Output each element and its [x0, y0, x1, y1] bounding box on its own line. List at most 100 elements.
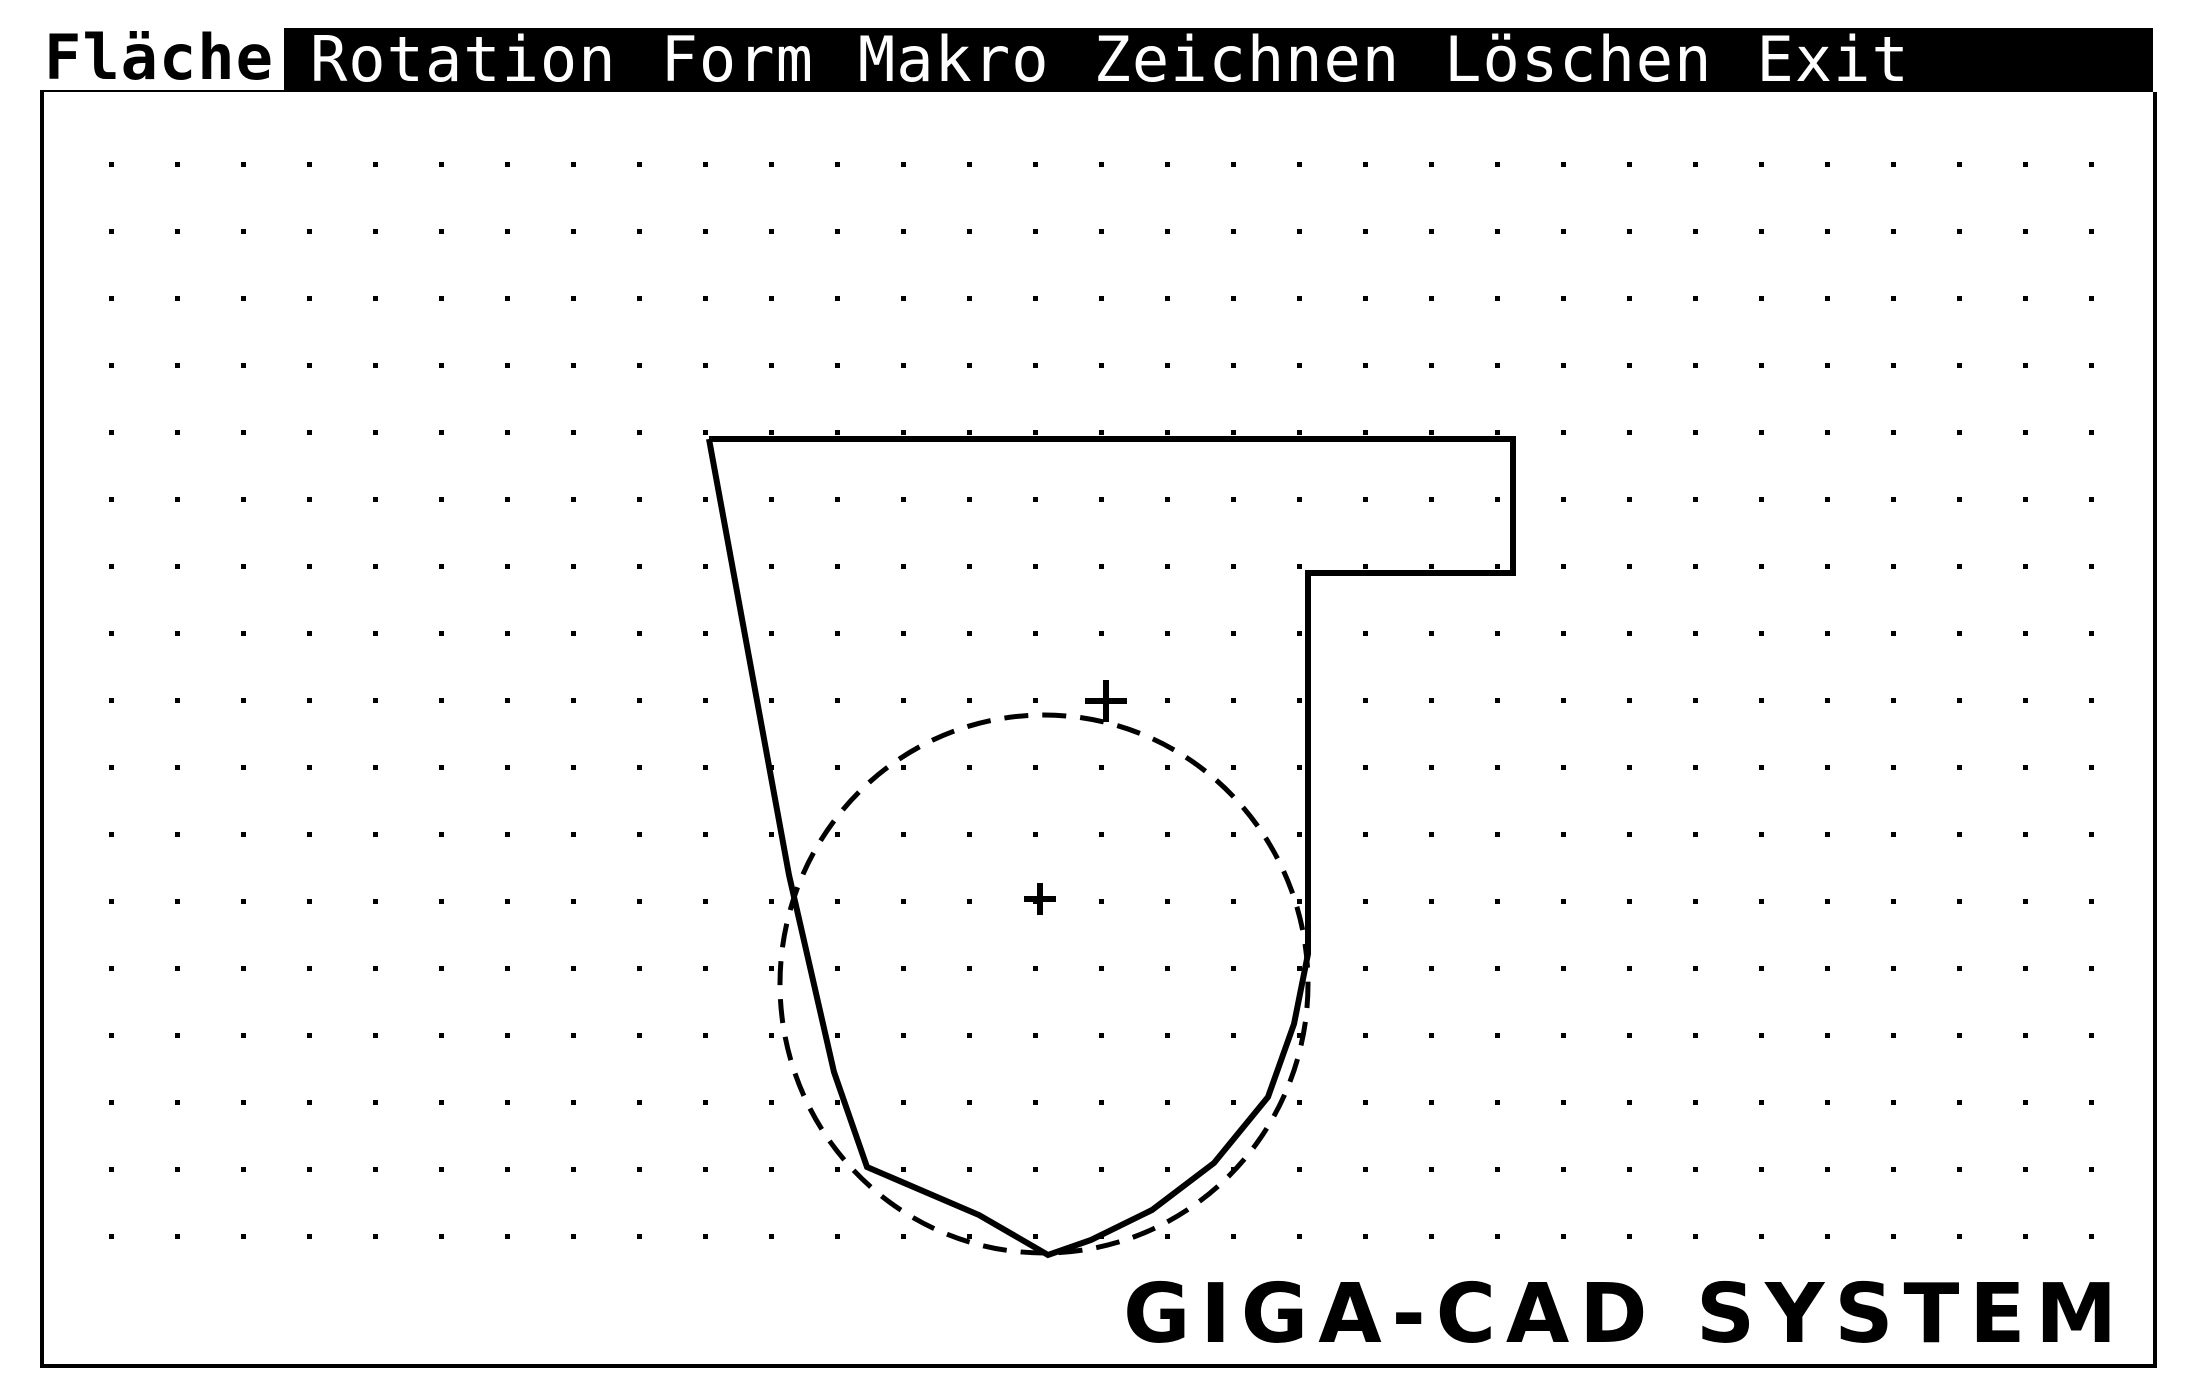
grid-dot [1957, 363, 1962, 368]
grid-dot [1099, 765, 1104, 770]
grid-dot [373, 765, 378, 770]
grid-dot [1693, 899, 1698, 904]
grid-dot [1165, 966, 1170, 971]
grid-dot [637, 430, 642, 435]
grid-dot [241, 765, 246, 770]
grid-dot [175, 229, 180, 234]
drawing-canvas[interactable]: GIGA-CAD SYSTEM [40, 92, 2157, 1368]
grid-dot [1891, 1033, 1896, 1038]
grid-dot [1561, 631, 1566, 636]
menu-item-loeschen[interactable]: Löschen [1444, 28, 1712, 92]
grid-dot [1231, 631, 1236, 636]
grid-dot [1891, 430, 1896, 435]
grid-dot [175, 966, 180, 971]
grid-dot [1759, 1100, 1764, 1105]
grid-dot [1363, 229, 1368, 234]
grid-dot [241, 162, 246, 167]
grid-dot [1363, 765, 1368, 770]
grid-dot [1363, 832, 1368, 837]
grid-dot [2023, 564, 2028, 569]
grid-dot [1495, 564, 1500, 569]
grid-dot [1627, 966, 1632, 971]
grid-dot [1429, 162, 1434, 167]
grid-dot [1033, 698, 1038, 703]
grid-dot [901, 698, 906, 703]
grid-dot [1693, 162, 1698, 167]
grid-dot [175, 564, 180, 569]
menu-item-rotation[interactable]: Rotation [310, 28, 617, 92]
grid-dot [1033, 229, 1038, 234]
grid-dot [703, 899, 708, 904]
grid-dot [2089, 296, 2094, 301]
grid-dot [835, 564, 840, 569]
menu-item-zeichnen[interactable]: Zeichnen [1094, 28, 1401, 92]
menu-item-makro[interactable]: Makro [858, 28, 1050, 92]
grid-dot [1627, 698, 1632, 703]
grid-dot [175, 765, 180, 770]
grid-dot [835, 765, 840, 770]
grid-dot [1495, 497, 1500, 502]
grid-dot [901, 966, 906, 971]
grid-dot [307, 899, 312, 904]
grid-dot [1891, 1234, 1896, 1239]
grid-dot [1693, 631, 1698, 636]
drawing-surface[interactable] [44, 92, 2153, 1364]
grid-dot [1957, 698, 1962, 703]
grid-dot [2023, 1100, 2028, 1105]
grid-dot [967, 296, 972, 301]
grid-dot [1429, 363, 1434, 368]
grid-dot [769, 698, 774, 703]
grid-dot [637, 631, 642, 636]
menu-item-form[interactable]: Form [661, 28, 814, 92]
grid-dot [439, 497, 444, 502]
grid-dot [175, 497, 180, 502]
menu-item-flaeche[interactable]: Fläche [40, 26, 284, 94]
rotation-ellipse[interactable] [777, 712, 1311, 1256]
grid-dot [1363, 363, 1368, 368]
grid-dot [1825, 1167, 1830, 1172]
grid-dot [1561, 765, 1566, 770]
grid-dot [373, 162, 378, 167]
grid-dot [1561, 899, 1566, 904]
grid-dot [1561, 162, 1566, 167]
grid-dot [2023, 229, 2028, 234]
grid-dot [2089, 1167, 2094, 1172]
grid-dot [1033, 497, 1038, 502]
upper-crosshair-marker[interactable] [1085, 680, 1127, 722]
profile-polygon[interactable] [706, 436, 1516, 1259]
grid-dot [1891, 229, 1896, 234]
grid-dot [109, 497, 114, 502]
grid-dot [571, 966, 576, 971]
grid-dot [1297, 363, 1302, 368]
grid-dot [373, 363, 378, 368]
grid-dot [571, 698, 576, 703]
menu-item-exit[interactable]: Exit [1756, 28, 1909, 92]
grid-dot [1495, 1100, 1500, 1105]
grid-dot [1099, 1033, 1104, 1038]
grid-dot [505, 1033, 510, 1038]
grid-dot [1825, 631, 1830, 636]
grid-dot [1825, 564, 1830, 569]
grid-dot [571, 899, 576, 904]
grid-dot [967, 832, 972, 837]
grid-dot [1429, 1167, 1434, 1172]
grid-dot [2023, 631, 2028, 636]
grid-dot [637, 698, 642, 703]
grid-dot [241, 296, 246, 301]
grid-dot [1693, 296, 1698, 301]
grid-dot [1495, 966, 1500, 971]
lower-crosshair-marker[interactable] [1024, 883, 1056, 915]
grid-dot [505, 1167, 510, 1172]
grid-dot [1363, 966, 1368, 971]
grid-dot [109, 1234, 114, 1239]
grid-dot [1759, 966, 1764, 971]
grid-dot [637, 162, 642, 167]
grid-dot [901, 564, 906, 569]
grid-dot [1165, 1100, 1170, 1105]
grid-dot [901, 497, 906, 502]
grid-dot [1627, 1100, 1632, 1105]
grid-dot [637, 832, 642, 837]
grid-dot [1165, 564, 1170, 569]
grid-dot [2089, 899, 2094, 904]
grid-dot [637, 1100, 642, 1105]
